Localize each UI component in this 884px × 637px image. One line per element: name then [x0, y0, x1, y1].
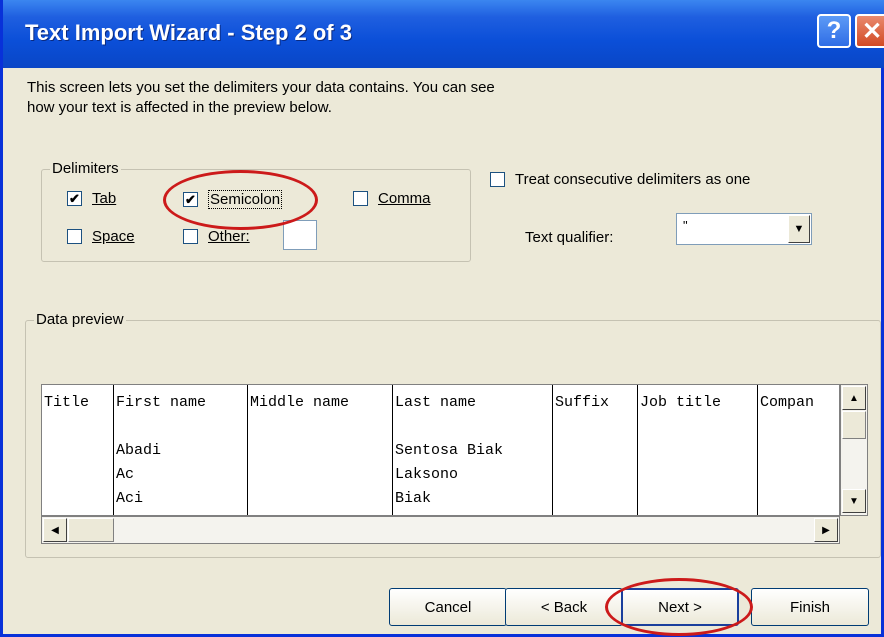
chevron-down-icon[interactable]: ▼ — [788, 215, 810, 243]
preview-column-job-title: Job title — [638, 385, 758, 515]
scroll-right-arrow-icon[interactable]: ▶ — [814, 518, 838, 542]
other-checkbox[interactable]: Other: — [183, 228, 250, 245]
window-title: Text Import Wizard - Step 2 of 3 — [25, 20, 352, 45]
preview-column-first-name: First name Abadi Ac Aci — [114, 385, 248, 515]
other-label: Other: — [208, 228, 250, 245]
close-icon: ✕ — [861, 17, 883, 45]
preview-column-middle-name: Middle name — [248, 385, 393, 515]
title-bar[interactable]: Text Import Wizard - Step 2 of 3 ? ✕ — [3, 0, 884, 68]
help-button[interactable]: ? — [817, 14, 851, 48]
delimiters-legend: Delimiters — [50, 160, 121, 177]
close-button[interactable]: ✕ — [855, 14, 884, 48]
other-check-box[interactable] — [183, 229, 198, 244]
column-header: Job title — [640, 394, 722, 411]
data-preview-grid[interactable]: Title First name Abadi Ac Aci Middle nam… — [41, 384, 840, 516]
column-header: Suffix — [555, 394, 610, 411]
consecutive-label: Treat consecutive delimiters as one — [515, 171, 751, 188]
scroll-up-arrow-icon[interactable]: ▲ — [842, 386, 866, 410]
text-qualifier-value: " — [683, 218, 688, 233]
consecutive-check-box[interactable] — [490, 172, 505, 187]
column-header: Compan — [760, 394, 815, 411]
space-label: Space — [92, 228, 135, 245]
preview-cell: Ac — [116, 466, 135, 483]
other-delimiter-input[interactable] — [283, 220, 317, 250]
preview-cell: Sentosa Biak — [395, 442, 504, 459]
preview-cell: Abadi — [116, 442, 162, 459]
space-check-box[interactable] — [67, 229, 82, 244]
preview-cell: Biak — [395, 490, 432, 507]
tab-checkbox[interactable]: ✔ Tab — [67, 190, 116, 207]
scroll-down-arrow-icon[interactable]: ▼ — [842, 489, 866, 513]
vertical-scroll-thumb[interactable] — [842, 411, 866, 439]
cancel-button[interactable]: Cancel — [389, 588, 507, 626]
semicolon-highlight-ellipse — [163, 170, 318, 230]
preview-vertical-scrollbar[interactable]: ▲ ▼ — [840, 384, 868, 516]
scroll-left-arrow-icon[interactable]: ◀ — [43, 518, 67, 542]
preview-column-suffix: Suffix — [553, 385, 638, 515]
finish-button[interactable]: Finish — [751, 588, 869, 626]
next-button-highlight-ellipse — [605, 578, 753, 636]
preview-cell: Aci — [116, 490, 144, 507]
column-header: Middle name — [250, 394, 350, 411]
tab-check-box[interactable]: ✔ — [67, 191, 82, 206]
consecutive-delimiters-checkbox[interactable]: Treat consecutive delimiters as one — [490, 171, 750, 188]
preview-horizontal-scrollbar[interactable]: ◀ ▶ — [41, 516, 840, 544]
column-header: First name — [116, 394, 207, 411]
preview-column-title: Title — [42, 385, 114, 515]
space-checkbox[interactable]: Space — [67, 228, 135, 245]
column-header: Title — [44, 394, 90, 411]
intro-line-2: how your text is affected in the preview… — [27, 99, 332, 116]
column-header: Last name — [395, 394, 477, 411]
text-import-wizard-dialog: Text Import Wizard - Step 2 of 3 ? ✕ Thi… — [0, 0, 884, 637]
text-qualifier-select[interactable]: " ▼ — [676, 213, 812, 245]
horizontal-scroll-thumb[interactable] — [68, 518, 114, 542]
tab-label: Tab — [92, 190, 117, 207]
preview-column-company: Compan — [758, 385, 839, 515]
preview-cell: Laksono — [395, 466, 459, 483]
intro-line-1: This screen lets you set the delimiters … — [27, 79, 495, 96]
preview-column-last-name: Last name Sentosa Biak Laksono Biak — [393, 385, 553, 515]
comma-checkbox[interactable]: Comma — [353, 190, 431, 207]
text-qualifier-label: Text qualifier: — [525, 229, 614, 246]
intro-text: This screen lets you set the delimiters … — [27, 78, 667, 118]
data-preview-legend: Data preview — [34, 311, 126, 328]
comma-check-box[interactable] — [353, 191, 368, 206]
comma-label: Comma — [378, 190, 431, 207]
help-icon: ? — [826, 17, 842, 44]
